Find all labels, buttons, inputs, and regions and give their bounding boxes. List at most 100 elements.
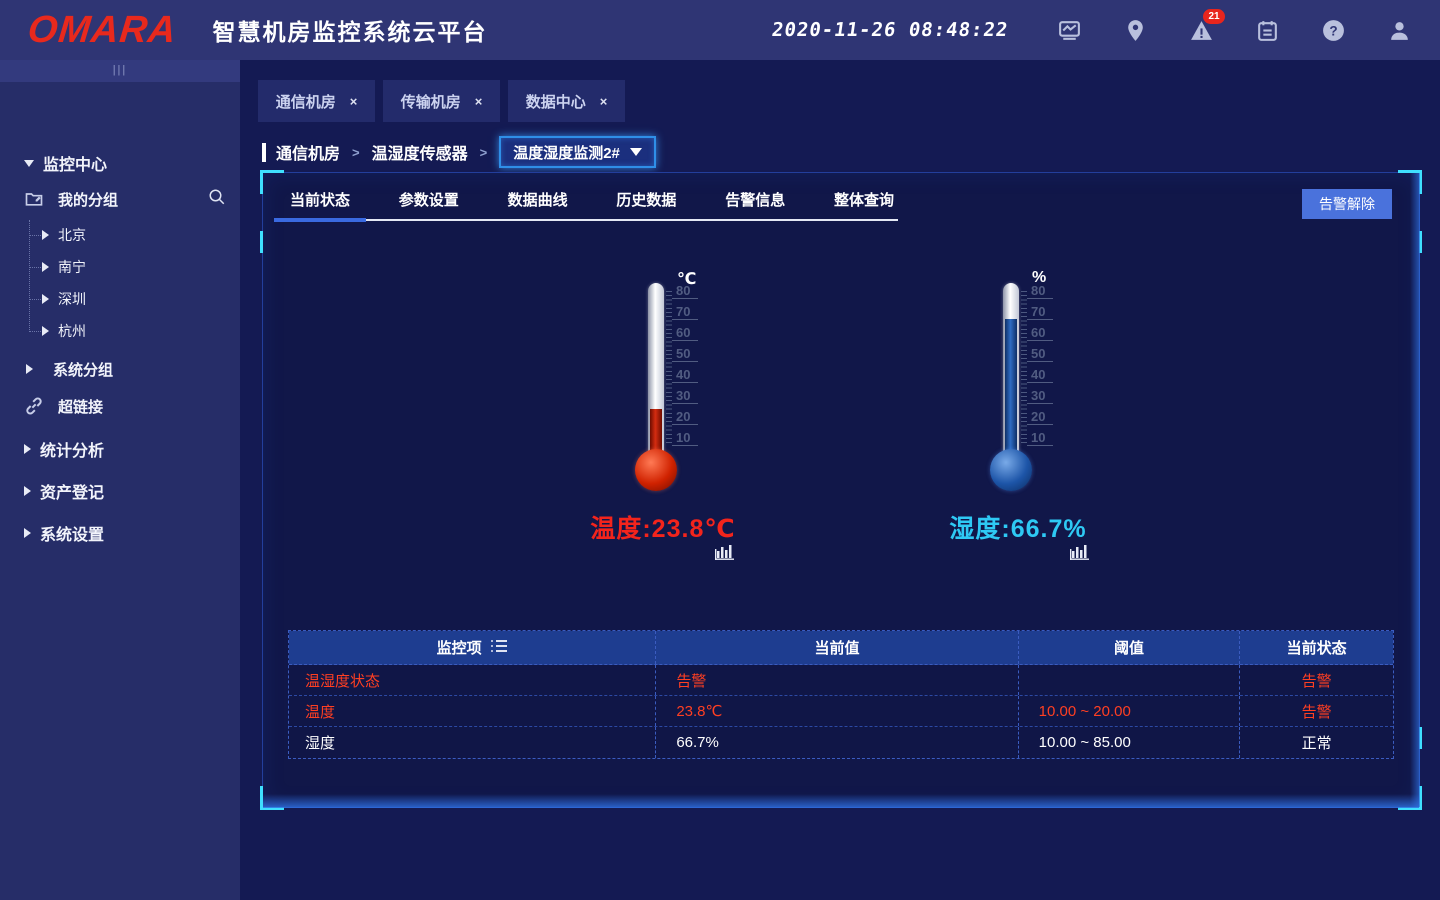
chevron-right-icon — [26, 364, 33, 374]
datetime-display: 2020-11-26 08:48:22 — [770, 19, 1009, 41]
table-row[interactable]: 温湿度状态 告警 告警 — [289, 665, 1393, 696]
tab-history-data[interactable]: 历史数据 — [612, 189, 680, 219]
tab-data-curve[interactable]: 数据曲线 — [504, 189, 572, 219]
panel-edge-dash — [1419, 727, 1422, 749]
sidebar-item-system-group[interactable]: 系统分组 — [0, 354, 240, 384]
app-title: 智慧机房监控系统云平台 — [213, 13, 488, 47]
tab-current-status[interactable]: 当前状态 — [286, 189, 354, 219]
calendar-icon[interactable] — [1234, 0, 1300, 60]
scale-tick: 80 — [672, 283, 698, 299]
panel-glow — [263, 794, 1419, 808]
panel-corner — [260, 170, 284, 194]
detail-tab-bar: 当前状态 参数设置 数据曲线 历史数据 告警信息 整体查询 — [286, 189, 898, 221]
close-icon[interactable]: × — [475, 94, 483, 109]
chevron-right-icon — [24, 486, 31, 496]
alarm-clear-button[interactable]: 告警解除 — [1302, 189, 1392, 219]
svg-text:?: ? — [1329, 23, 1337, 38]
sidebar-item-hyperlink[interactable]: 超链接 — [0, 391, 240, 421]
location-pin-icon[interactable] — [1102, 0, 1168, 60]
humidity-chart-icon[interactable] — [888, 541, 1251, 561]
col-current-status: 当前状态 — [1240, 631, 1393, 664]
humidity-scale: 8070605040302010 — [1027, 283, 1067, 459]
scale-tick: 70 — [672, 304, 698, 320]
sidebar-item-my-group[interactable]: 我的分组 — [0, 184, 240, 214]
tab-transmission-room[interactable]: 传输机房 × — [383, 80, 500, 122]
alarm-count-badge: 21 — [1203, 9, 1225, 24]
temperature-scale: 80 70 60 50 40 30 20 10 — [672, 283, 712, 459]
list-icon[interactable] — [490, 638, 508, 658]
alarm-warning-icon[interactable]: 21 — [1168, 0, 1234, 60]
scale-tick: 80 — [1027, 283, 1053, 299]
scale-tick: 40 — [672, 367, 698, 383]
sidebar-item-shenzhen[interactable]: 深圳 — [0, 284, 240, 314]
chevron-right-icon — [42, 294, 49, 304]
temperature-chart-icon[interactable] — [533, 541, 901, 561]
breadcrumb-accent-bar — [262, 143, 266, 162]
scale-tick: 60 — [672, 325, 698, 341]
tab-comm-room[interactable]: 通信机房 × — [258, 80, 375, 122]
temperature-thermometer: ℃ 8070605040302010 — [593, 269, 733, 499]
temperature-reading: 温度:23.8℃ — [533, 509, 793, 545]
table-row[interactable]: 温度 23.8℃ 10.00 ~ 20.00 告警 — [289, 696, 1393, 727]
chevron-right-icon — [24, 528, 31, 538]
sidebar-item-hangzhou[interactable]: 杭州 — [0, 316, 240, 346]
sidebar-item-beijing[interactable]: 北京 — [0, 220, 240, 250]
thermometer-tube — [1003, 283, 1019, 459]
table-header-row: 监控项 当前值 阈值 当前状态 — [289, 631, 1393, 665]
search-icon[interactable] — [208, 188, 226, 210]
scale-tick: 50 — [1027, 346, 1053, 362]
breadcrumb-parent[interactable]: 温湿度传感器 — [372, 140, 468, 164]
status-badge: 正常 — [1240, 727, 1393, 758]
scale-tick: 10 — [1027, 430, 1053, 446]
sidebar-item-assets[interactable]: 资产登记 — [0, 476, 240, 506]
panel-corner — [1398, 170, 1422, 194]
tab-alarm-info[interactable]: 告警信息 — [721, 189, 789, 219]
top-header: OMARA 智慧机房监控系统云平台 2020-11-26 08:48:22 21… — [0, 0, 1440, 60]
brand-logo: OMARA — [26, 9, 179, 52]
device-selector-dropdown[interactable]: 温度湿度监测2# — [499, 136, 656, 168]
chevron-right-icon — [42, 326, 49, 336]
tab-param-settings[interactable]: 参数设置 — [395, 189, 463, 219]
scale-tick: 20 — [672, 409, 698, 425]
thermometer-tube — [648, 283, 664, 459]
user-icon[interactable] — [1366, 0, 1432, 60]
scale-tick: 10 — [672, 430, 698, 446]
humidity-fill — [1005, 319, 1017, 459]
sidebar: ||| 监控中心 我的分组 北京 南宁 深圳 — [0, 60, 240, 900]
scale-tick: 70 — [1027, 304, 1053, 320]
app: OMARA 智慧机房监控系统云平台 2020-11-26 08:48:22 21… — [0, 0, 1440, 900]
chevron-right-icon — [42, 230, 49, 240]
scale-tick: 30 — [672, 388, 698, 404]
status-panel: 当前状态 参数设置 数据曲线 历史数据 告警信息 整体查询 告警解除 ℃ 807… — [262, 172, 1420, 808]
tab-overall-query[interactable]: 整体查询 — [830, 189, 898, 219]
group-icon — [24, 189, 44, 209]
scale-tick: 30 — [1027, 388, 1053, 404]
help-icon[interactable]: ? — [1300, 0, 1366, 60]
panel-corner — [260, 786, 284, 810]
main-content: 通信机房 × 传输机房 × 数据中心 × 通信机房 > 温湿度传感器 > 温度湿… — [240, 60, 1440, 900]
chevron-down-icon — [630, 148, 642, 156]
chevron-down-icon — [24, 160, 34, 167]
tab-data-center[interactable]: 数据中心 × — [508, 80, 625, 122]
room-tab-bar: 通信机房 × 传输机房 × 数据中心 × — [258, 80, 625, 122]
breadcrumb-root[interactable]: 通信机房 — [276, 140, 340, 164]
close-icon[interactable]: × — [600, 94, 608, 109]
sidebar-item-monitor-center[interactable]: 监控中心 — [0, 148, 240, 178]
chevron-right-icon — [24, 444, 31, 454]
col-monitor-item: 监控项 — [437, 637, 482, 658]
panel-glow — [1410, 173, 1420, 807]
thermometer-bulb — [635, 449, 677, 491]
breadcrumb: 通信机房 > 温湿度传感器 > 温度湿度监测2# — [262, 136, 656, 168]
status-badge: 告警 — [1240, 696, 1393, 726]
table-row[interactable]: 湿度 66.7% 10.00 ~ 85.00 正常 — [289, 727, 1393, 758]
col-current-value: 当前值 — [656, 631, 1018, 664]
scale-tick: 50 — [672, 346, 698, 362]
sidebar-item-stats[interactable]: 统计分析 — [0, 434, 240, 464]
sidebar-item-settings[interactable]: 系统设置 — [0, 518, 240, 548]
sidebar-collapse-handle[interactable]: ||| — [0, 60, 240, 82]
close-icon[interactable]: × — [350, 94, 358, 109]
sidebar-item-nanning[interactable]: 南宁 — [0, 252, 240, 282]
header-toolbar: 2020-11-26 08:48:22 21 ? — [772, 0, 1440, 60]
panel-edge-dash — [1419, 231, 1422, 253]
monitor-chart-icon[interactable] — [1036, 0, 1102, 60]
